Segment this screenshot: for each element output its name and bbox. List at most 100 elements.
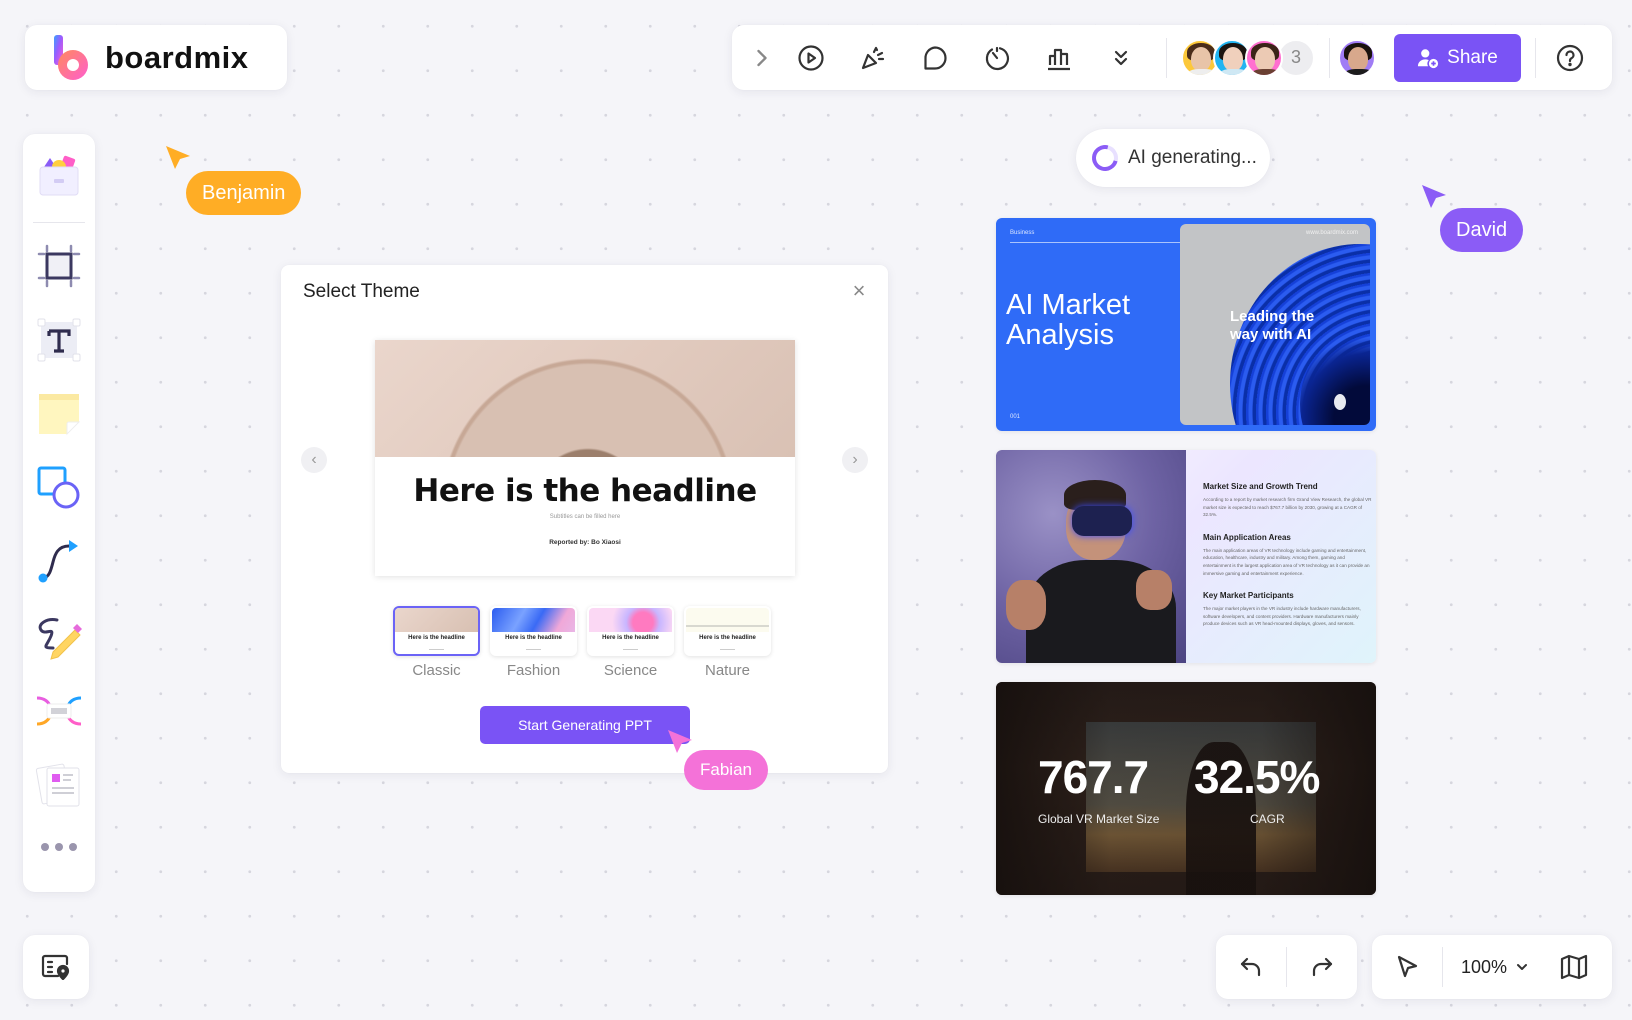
- undo-button[interactable]: [1216, 935, 1286, 999]
- tool-templates[interactable]: [29, 144, 89, 210]
- collaborator-avatars[interactable]: 3: [1181, 38, 1315, 77]
- section-body: The main application areas of VR technol…: [1203, 547, 1370, 576]
- tool-pen[interactable]: [29, 603, 89, 669]
- slide-page-number: 001: [1010, 414, 1021, 420]
- zoom-level: 100%: [1461, 956, 1508, 977]
- shapes-icon: [37, 466, 80, 509]
- tool-document[interactable]: [29, 751, 89, 817]
- start-generating-button[interactable]: Start Generating PPT: [480, 706, 690, 744]
- tool-mind-map[interactable]: [29, 677, 89, 743]
- more-chevron-icon[interactable]: [1090, 36, 1152, 80]
- cursor-arrow-icon: [166, 146, 190, 169]
- cursor-arrow-icon: [668, 730, 692, 753]
- avatar[interactable]: [1245, 38, 1283, 77]
- divider: [1329, 37, 1330, 78]
- section-heading: Market Size and Growth Trend: [1203, 482, 1318, 491]
- theme-label: Fashion: [506, 662, 561, 679]
- slide-text: Market Size and Growth Trend According t…: [1203, 482, 1373, 642]
- slide-image: Leading the way with AI: [1180, 224, 1370, 425]
- slide-ai-market-analysis[interactable]: Business AI Market Analysis 001 Leading t…: [996, 218, 1376, 431]
- redo-button[interactable]: [1287, 935, 1357, 999]
- map-icon: [1560, 954, 1588, 980]
- tool-sticky-note[interactable]: [29, 381, 89, 447]
- help-icon[interactable]: [1550, 36, 1590, 80]
- slide-tagline: Leading the way with AI: [1230, 308, 1315, 343]
- undo-icon: [1240, 957, 1261, 977]
- boardmix-logo[interactable]: boardmix: [25, 25, 287, 90]
- mind-map-icon: [36, 696, 82, 726]
- cursor-name-tag: Benjamin: [186, 171, 302, 215]
- theme-preview: Here is the headline Subtitles can be fi…: [375, 340, 795, 576]
- preview-subtitle: Subtitles can be filled here: [549, 514, 621, 520]
- slide-title: AI Market Analysis: [1006, 289, 1131, 351]
- redo-icon: [1312, 957, 1333, 977]
- tool-connector[interactable]: [29, 529, 89, 595]
- stat-label-cagr: CAGR: [1250, 812, 1285, 826]
- stat-value-market-size: 767.7: [1038, 751, 1149, 803]
- zoom-level-dropdown[interactable]: 100%: [1443, 935, 1547, 999]
- sticky-note-icon: [39, 394, 81, 436]
- theme-option-fashion[interactable]: Here is the headline Fashion: [490, 606, 577, 679]
- stat-label-market-size: Global VR Market Size: [1038, 812, 1160, 826]
- tool-text[interactable]: [29, 307, 89, 373]
- divider: [1166, 37, 1167, 78]
- slide-url: www.boardmix.com: [1305, 230, 1358, 236]
- theme-label: Classic: [412, 662, 461, 679]
- section-body: The major market players in the VR indus…: [1203, 606, 1361, 627]
- logo-text: boardmix: [105, 39, 249, 75]
- location-card-icon: [41, 954, 70, 980]
- expand-chevron-icon[interactable]: [744, 36, 780, 80]
- connector-icon: [38, 540, 78, 583]
- preview-headline: Here is the headline: [413, 473, 757, 509]
- comment-icon[interactable]: [904, 36, 966, 80]
- section-heading: Key Market Participants: [1203, 591, 1294, 601]
- theme-option-classic[interactable]: Here is the headline Classic: [393, 606, 480, 679]
- tool-frame[interactable]: [29, 233, 89, 299]
- cursor-name-tag: Fabian: [684, 750, 768, 790]
- chevron-down-icon: [1517, 964, 1528, 970]
- slide-image-vr-user: [996, 450, 1186, 663]
- cursor-name-tag: David: [1440, 208, 1524, 252]
- current-user-avatar[interactable]: [1338, 38, 1376, 77]
- pen-icon: [38, 618, 82, 660]
- timer-icon[interactable]: [966, 36, 1028, 80]
- slide-vr-market-overview[interactable]: Market Size and Growth Trend According t…: [996, 450, 1376, 663]
- vote-chart-icon[interactable]: [1028, 36, 1090, 80]
- templates-icon: [39, 155, 79, 196]
- frame-icon: [37, 244, 81, 288]
- dialog-title: Select Theme: [303, 281, 420, 302]
- theme-option-nature[interactable]: Here is the headline Nature: [684, 606, 771, 679]
- loading-spinner-icon: [1087, 140, 1123, 176]
- carousel-prev-button[interactable]: ‹: [301, 447, 327, 473]
- ai-status-text: AI generating...: [1128, 147, 1257, 168]
- pointer-icon: [1397, 955, 1418, 978]
- carousel-next-button[interactable]: ›: [842, 447, 868, 473]
- theme-label: Science: [603, 662, 658, 679]
- select-tool-button[interactable]: [1372, 935, 1442, 999]
- location-map-button[interactable]: [23, 935, 89, 999]
- slide-vr-market-stats[interactable]: 767.7 Global VR Market Size 32.5% CAGR: [996, 682, 1376, 895]
- celebrate-icon[interactable]: [842, 36, 904, 80]
- add-user-icon: [1418, 48, 1439, 68]
- zoom-controls: 100%: [1372, 935, 1612, 999]
- close-icon[interactable]: ×: [848, 280, 870, 303]
- left-toolbar: [23, 134, 95, 892]
- cursor-arrow-icon: [1422, 185, 1446, 208]
- share-button[interactable]: Share: [1394, 33, 1521, 82]
- top-toolbar: 3 Share: [732, 25, 1612, 90]
- map-view-button[interactable]: [1547, 935, 1601, 999]
- more-dots-icon[interactable]: [31, 833, 87, 861]
- theme-label: Nature: [704, 662, 751, 679]
- tool-shapes[interactable]: [29, 455, 89, 521]
- text-icon: [37, 318, 81, 362]
- play-icon[interactable]: [780, 36, 842, 80]
- slide-category: Business: [1010, 230, 1035, 236]
- section-body: According to a report by market research…: [1203, 497, 1372, 518]
- theme-option-science[interactable]: Here is the headline Science: [587, 606, 674, 679]
- ai-generating-status: AI generating...: [1076, 129, 1270, 187]
- preview-reporter: Reported by: Bo Xiaosi: [549, 539, 621, 546]
- undo-redo-controls: [1216, 935, 1357, 999]
- document-icon: [35, 763, 80, 807]
- divider: [33, 222, 85, 223]
- boardmix-logo-icon: [54, 34, 88, 80]
